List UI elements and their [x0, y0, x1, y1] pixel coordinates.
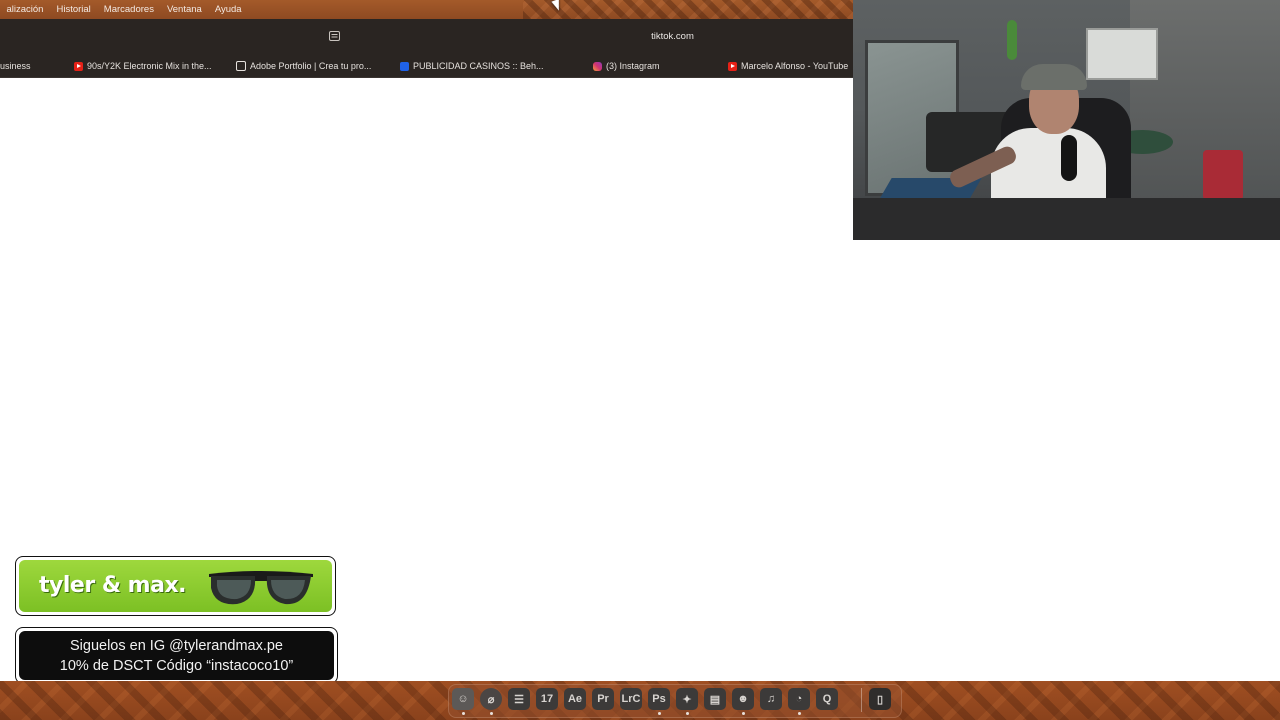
launchpad-icon[interactable]: ☰: [508, 688, 530, 710]
promo-discount-code: 10% de DSCT Código “instacoco10”: [59, 657, 294, 674]
adobe-portfolio-icon: [236, 61, 246, 71]
bookmark-label: PUBLICIDAD CASINOS :: Beh...: [413, 61, 544, 71]
dock-separator: [861, 688, 862, 712]
bookmark-instagram[interactable]: (3) Instagram: [593, 60, 660, 72]
address-field[interactable]: tiktok.com: [600, 31, 745, 42]
keynote-icon[interactable]: ▤: [704, 688, 726, 710]
bookmark-adobe-portfolio[interactable]: Adobe Portfolio | Crea tu pro...: [236, 60, 371, 72]
dock-running-indicator: [686, 712, 689, 715]
photoshop-icon[interactable]: Ps: [648, 688, 670, 710]
bookmark-label: usiness: [0, 61, 31, 71]
behance-icon: [400, 61, 409, 71]
bookmark-label: 90s/Y2K Electronic Mix in the...: [87, 61, 212, 71]
safari-icon[interactable]: ⌀: [480, 688, 502, 710]
premiere-pro-icon[interactable]: Pr: [592, 688, 614, 710]
browser-toolbar: tiktok.com: [0, 19, 853, 55]
discord-icon[interactable]: ☻: [732, 688, 754, 710]
reader-mode-icon[interactable]: [329, 31, 340, 41]
activity-monitor-icon[interactable]: ◔: [788, 688, 810, 710]
after-effects-icon[interactable]: Ae: [564, 688, 586, 710]
menu-help[interactable]: Ayuda: [208, 4, 248, 15]
menu-history[interactable]: Historial: [50, 4, 97, 15]
tailscale-icon[interactable]: ✦: [676, 688, 698, 710]
bookmark-label: Marcelo Alfonso - YouTube: [741, 61, 849, 71]
webcam-person-cap: [1021, 64, 1087, 90]
lightroom-classic-icon[interactable]: LrC: [620, 688, 642, 710]
quicktime-icon[interactable]: Q: [816, 688, 838, 710]
sponsor-brand-logo: tyler & max.: [39, 573, 187, 598]
calendar-icon[interactable]: 17: [536, 688, 558, 710]
dock-running-indicator: [658, 712, 661, 715]
menu-view[interactable]: alización: [0, 4, 50, 15]
trash-icon[interactable]: ▯: [869, 688, 891, 710]
bookmark-business[interactable]: usiness: [0, 60, 31, 72]
promo-code-banner-inner: Siguelos en IG @tylerandmax.pe 10% de DS…: [19, 631, 334, 680]
bookmark-label: (3) Instagram: [606, 61, 660, 71]
menu-window[interactable]: Ventana: [160, 4, 208, 15]
sponsor-banner: tyler & max.: [15, 556, 336, 616]
dock-running-indicator: [742, 712, 745, 715]
webcam-overlay: [853, 0, 1280, 240]
webcam-microphone: [1061, 135, 1077, 181]
webcam-wall-decor: [1007, 20, 1017, 60]
webcam-red-chair: [1203, 150, 1243, 200]
webcam-desk: [853, 198, 1280, 240]
finder-icon[interactable]: ☺: [452, 688, 474, 710]
bookmark-electronic-mix[interactable]: 90s/Y2K Electronic Mix in the...: [74, 60, 212, 72]
bookmark-publicidad-casinos[interactable]: PUBLICIDAD CASINOS :: Beh...: [400, 60, 544, 72]
instagram-icon: [593, 61, 602, 71]
promo-code-banner: Siguelos en IG @tylerandmax.pe 10% de DS…: [15, 627, 338, 684]
dock-running-indicator: [462, 712, 465, 715]
sunglasses-icon: [209, 571, 313, 605]
bookmark-label: Adobe Portfolio | Crea tu pro...: [250, 61, 372, 71]
dock-running-indicator: [490, 712, 493, 715]
bookmarks-bar: usiness 90s/Y2K Electronic Mix in the...…: [0, 55, 853, 78]
menu-bar: alización Historial Marcadores Ventana A…: [0, 0, 853, 19]
bookmark-marcelo-alfonso[interactable]: Marcelo Alfonso - YouTube: [728, 60, 848, 72]
music-icon[interactable]: ♫: [760, 688, 782, 710]
sponsor-banner-inner: tyler & max.: [19, 560, 332, 612]
youtube-icon: [74, 61, 83, 71]
youtube-icon: [728, 61, 737, 71]
webcam-whiteboard: [1086, 28, 1158, 80]
wallpaper-pattern: [523, 0, 853, 19]
dock-running-indicator: [798, 712, 801, 715]
menu-bookmarks[interactable]: Marcadores: [97, 4, 160, 15]
promo-instagram-handle: Siguelos en IG @tylerandmax.pe: [70, 637, 283, 654]
